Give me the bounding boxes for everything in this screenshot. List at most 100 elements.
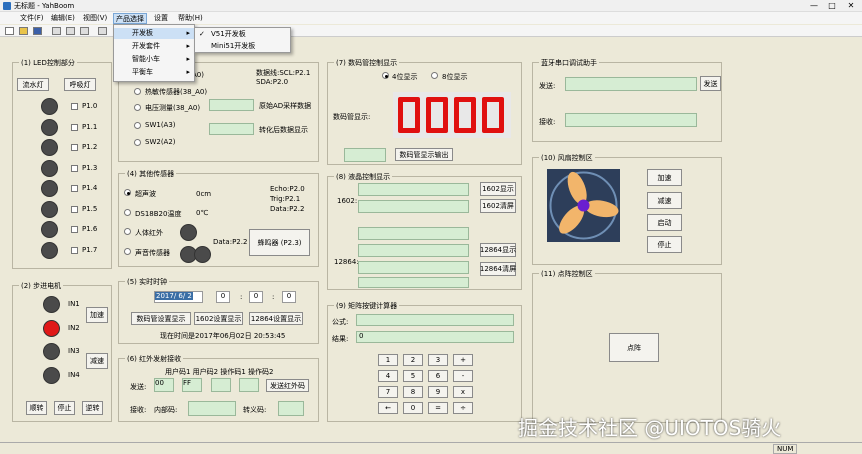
ir-user-code-2[interactable]: FF <box>182 378 202 392</box>
lcd-1602-show-button[interactable]: 1602显示 <box>480 182 516 196</box>
seg-output-button[interactable]: 数码管显示输出 <box>395 148 453 161</box>
calc-key[interactable]: 1 <box>378 354 398 366</box>
minimize-button[interactable]: — <box>806 0 822 11</box>
led-checkbox[interactable] <box>71 123 78 131</box>
lcd-1602-line1[interactable] <box>358 183 469 196</box>
buzzer-button[interactable]: 蜂鸣器 (P2.3) <box>249 229 310 256</box>
calc-key[interactable]: 2 <box>403 354 423 366</box>
fan-decel-button[interactable]: 减速 <box>647 192 682 209</box>
open-icon[interactable] <box>19 27 28 35</box>
motor-ccw-button[interactable]: 逆转 <box>82 401 103 415</box>
close-button[interactable]: ✕ <box>843 0 859 11</box>
ir-user-code-1[interactable]: 00 <box>154 378 174 392</box>
print-icon[interactable] <box>98 27 107 35</box>
ir-op-code-2[interactable] <box>239 378 259 392</box>
flow-light-button[interactable]: 流水灯 <box>17 78 49 91</box>
menu-help[interactable]: 帮助(H) <box>176 13 205 24</box>
fan-accel-button[interactable]: 加速 <box>647 169 682 186</box>
calc-key[interactable]: = <box>428 402 448 414</box>
lcd-12864-line2[interactable] <box>358 244 469 257</box>
led-checkbox[interactable] <box>71 205 78 213</box>
calc-key[interactable]: + <box>453 354 473 366</box>
rtc-12864-button[interactable]: 12864设置显示 <box>249 312 303 325</box>
rtc-second-field[interactable]: 0 <box>282 291 296 303</box>
calc-key[interactable]: 0 <box>403 402 423 414</box>
bt-send-button[interactable]: 发送 <box>700 76 721 91</box>
sw1-radio[interactable] <box>134 122 141 129</box>
lcd-12864-show-button[interactable]: 12864显示 <box>480 243 516 257</box>
motor-cw-button[interactable]: 顺转 <box>26 401 47 415</box>
menu-file[interactable]: 文件(F) <box>18 13 46 24</box>
lcd-12864-line4[interactable] <box>358 277 469 288</box>
calc-key[interactable]: 3 <box>428 354 448 366</box>
ir-inner-field[interactable] <box>188 401 236 416</box>
paste-icon[interactable] <box>80 27 89 35</box>
led-checkbox[interactable] <box>71 185 78 192</box>
ir-send-button[interactable]: 发送红外码 <box>266 379 309 392</box>
breath-light-button[interactable]: 呼吸灯 <box>64 78 96 91</box>
ad-raw-field[interactable] <box>209 99 254 111</box>
lcd-12864-line1[interactable] <box>358 227 469 240</box>
dot-matrix-button[interactable]: 点阵 <box>609 333 659 362</box>
motor-accel-button[interactable]: 加速 <box>86 307 108 323</box>
rtc-minute-field[interactable]: 0 <box>249 291 263 303</box>
led-checkbox[interactable] <box>71 164 78 172</box>
rtc-1602-button[interactable]: 1602设置显示 <box>194 312 243 325</box>
led-checkbox[interactable] <box>71 144 78 151</box>
lcd-1602-clear-button[interactable]: 1602清屏 <box>480 199 516 213</box>
calc-key[interactable]: 6 <box>428 370 448 382</box>
calc-key[interactable]: 9 <box>428 386 448 398</box>
sw2-radio[interactable] <box>134 139 141 146</box>
bt-recv-field[interactable] <box>565 113 697 127</box>
dropdown-item-car[interactable]: 智能小车 ▸ <box>114 54 194 65</box>
led-checkbox[interactable] <box>71 246 78 254</box>
rtc-seg-button[interactable]: 数码管设置显示 <box>131 312 191 325</box>
calc-key[interactable]: 5 <box>403 370 423 382</box>
calc-key[interactable]: - <box>453 370 473 382</box>
menu-edit[interactable]: 编辑(E) <box>49 13 77 24</box>
new-icon[interactable] <box>5 27 14 35</box>
menu-product[interactable]: 产品选择 <box>113 13 147 24</box>
submenu-item-mini51[interactable]: Mini51开发板 <box>195 41 290 52</box>
menu-view[interactable]: 视图(V) <box>81 13 109 24</box>
seg-8bit-radio[interactable] <box>431 72 438 79</box>
ir-conv-field[interactable] <box>278 401 304 416</box>
seg-input[interactable] <box>344 148 386 162</box>
ds18b20-radio[interactable] <box>124 209 131 216</box>
copy-icon[interactable] <box>66 27 75 35</box>
calc-key[interactable]: 4 <box>378 370 398 382</box>
lcd-1602-line2[interactable] <box>358 200 469 213</box>
calc-result-field[interactable]: 0 <box>356 331 514 343</box>
motor-stop-button[interactable]: 停止 <box>54 401 75 415</box>
fan-start-button[interactable]: 启动 <box>647 214 682 231</box>
calc-key[interactable]: ← <box>378 402 398 414</box>
fan-stop-button[interactable]: 停止 <box>647 236 682 253</box>
sound-radio[interactable] <box>124 248 131 255</box>
save-icon[interactable] <box>33 27 42 35</box>
voltage-radio[interactable] <box>134 104 141 111</box>
calc-key[interactable]: 8 <box>403 386 423 398</box>
bt-send-field[interactable] <box>565 77 697 91</box>
calc-key[interactable]: x <box>453 386 473 398</box>
dropdown-item-kit[interactable]: 开发套件 ▸ <box>114 41 194 52</box>
ultrasonic-radio[interactable] <box>124 189 131 196</box>
calc-formula-field[interactable] <box>356 314 514 326</box>
maximize-button[interactable]: □ <box>824 0 840 11</box>
ir-body-radio[interactable] <box>124 228 131 235</box>
thermal-radio[interactable] <box>134 88 141 95</box>
motor-decel-button[interactable]: 减速 <box>86 353 108 369</box>
rtc-hour-field[interactable]: 0 <box>216 291 230 303</box>
led-checkbox[interactable] <box>71 226 78 233</box>
calc-key[interactable]: ÷ <box>453 402 473 414</box>
converted-field[interactable] <box>209 123 254 135</box>
submenu-item-v51[interactable]: ✓ V51开发板 <box>195 29 290 40</box>
cut-icon[interactable] <box>52 27 61 35</box>
led-checkbox[interactable] <box>71 103 78 110</box>
dropdown-item-balance[interactable]: 平衡车 ▸ <box>114 67 194 78</box>
menu-settings[interactable]: 设置 <box>152 13 170 24</box>
rtc-date-picker[interactable]: 2017/ 6/ 2 <box>154 291 203 303</box>
seg-4bit-radio[interactable] <box>382 72 389 79</box>
lcd-12864-clear-button[interactable]: 12864清屏 <box>480 262 516 276</box>
lcd-12864-line3[interactable] <box>358 261 469 274</box>
calc-key[interactable]: 7 <box>378 386 398 398</box>
